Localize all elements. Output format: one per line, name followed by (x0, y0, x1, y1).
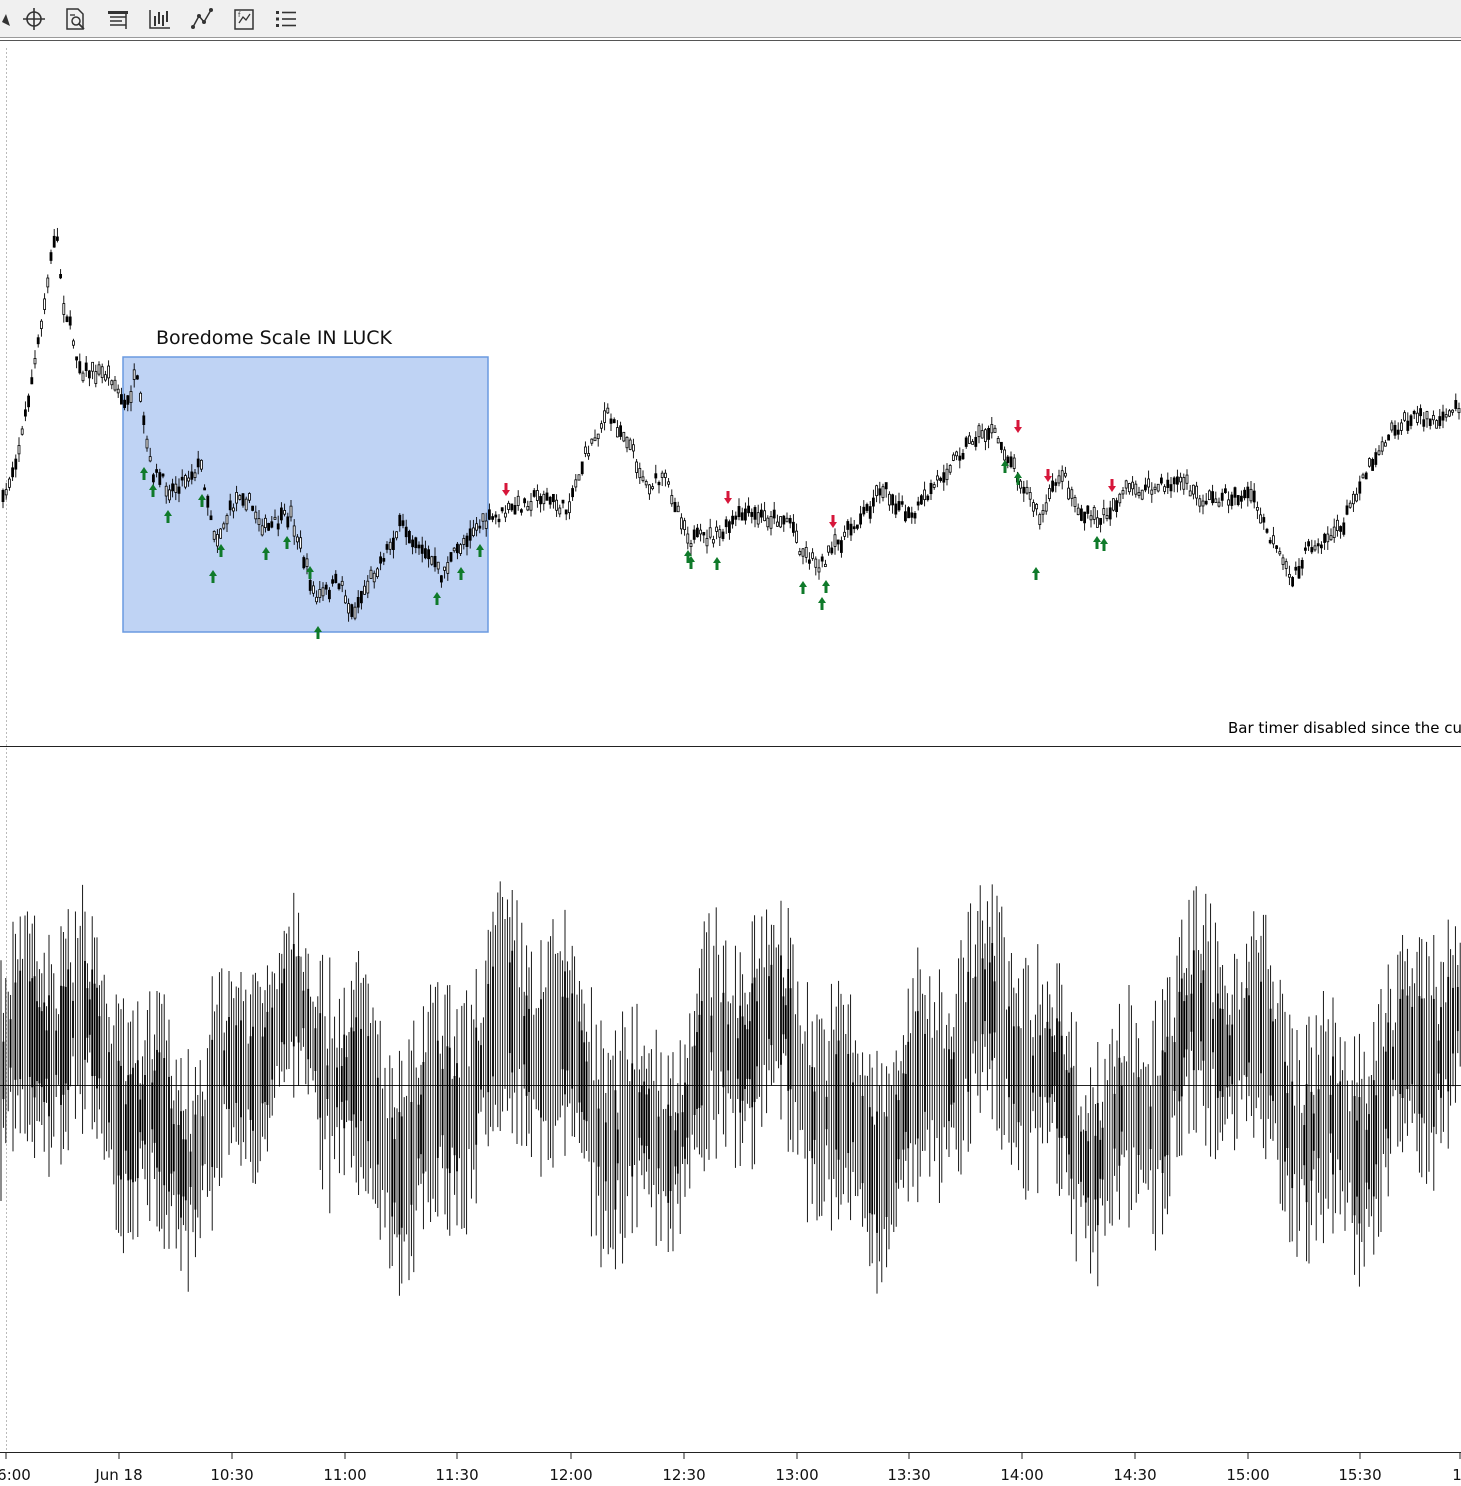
time-tick-label: 11:30 (435, 1466, 479, 1484)
time-tick-label: 15:30 (1338, 1466, 1382, 1484)
time-axis-labels: 6:00 Jun 18 10:30 11:00 11:30 12:00 12:30 13:00… (0, 0, 1461, 1486)
time-tick-label: 13:30 (887, 1466, 931, 1484)
time-tick-label: 12:00 (549, 1466, 593, 1484)
time-tick-label: 10:30 (210, 1466, 254, 1484)
time-tick-label: 14:30 (1113, 1466, 1157, 1484)
time-tick-label: 13:00 (775, 1466, 819, 1484)
time-tick-label: 14:00 (1000, 1466, 1044, 1484)
time-tick-label: 11:00 (323, 1466, 367, 1484)
time-tick-label: 12:30 (662, 1466, 706, 1484)
time-tick-label: 6:00 (0, 1466, 31, 1484)
time-tick-label: 1 (1452, 1466, 1461, 1484)
time-tick-label: 15:00 (1226, 1466, 1270, 1484)
time-tick-label: Jun 18 (95, 1466, 143, 1484)
